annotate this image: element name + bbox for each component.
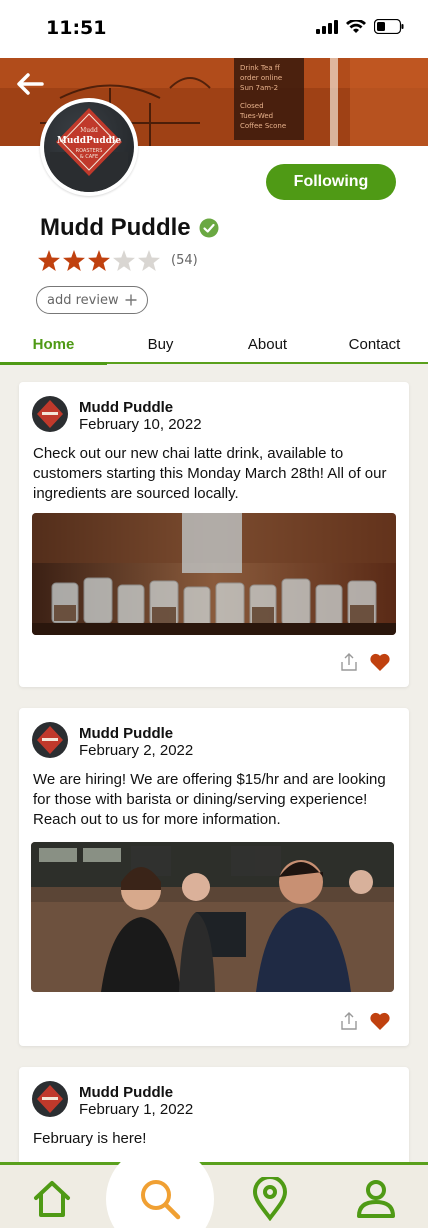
- svg-text:& CAFE: & CAFE: [80, 154, 98, 160]
- post-avatar: [32, 722, 68, 758]
- user-icon: [357, 1180, 395, 1218]
- post-card: Mudd Puddle February 10, 2022 Check out …: [19, 382, 409, 687]
- share-icon[interactable]: [339, 652, 359, 672]
- search-icon: [141, 1180, 181, 1220]
- svg-text:Sun 7am-2: Sun 7am-2: [240, 84, 278, 92]
- share-icon[interactable]: [339, 1011, 359, 1031]
- mudd-puddle-logo-icon: Mudd MuddPuddle ROASTERS & CAFE: [50, 108, 128, 192]
- add-review-label: add review: [47, 292, 119, 308]
- svg-text:Drink Tea ff: Drink Tea ff: [240, 64, 280, 72]
- star-empty-icon: [113, 250, 135, 271]
- post-author: Mudd Puddle: [79, 725, 174, 742]
- following-button[interactable]: Following: [266, 164, 396, 200]
- tab-home[interactable]: Home: [0, 330, 107, 365]
- rating-count: (54): [171, 253, 198, 268]
- post-image: [31, 842, 394, 992]
- home-icon: [34, 1181, 70, 1217]
- post-author: Mudd Puddle: [79, 1084, 174, 1101]
- post-text: We are hiring! We are offering $15/hr an…: [33, 771, 386, 828]
- bottom-nav: [0, 1145, 428, 1228]
- business-name: Mudd Puddle: [40, 214, 191, 241]
- heart-icon[interactable]: [369, 652, 391, 672]
- business-logo: Mudd MuddPuddle ROASTERS & CAFE: [44, 102, 134, 192]
- post-date: February 2, 2022: [79, 742, 194, 759]
- nav-profile[interactable]: [354, 1177, 398, 1221]
- add-review-button[interactable]: add review: [36, 286, 148, 314]
- post-text: February is here!: [33, 1130, 147, 1147]
- nav-home[interactable]: [30, 1177, 74, 1221]
- post-text: Check out our new chai latte drink, avai…: [33, 445, 387, 502]
- back-arrow-icon[interactable]: [14, 68, 46, 100]
- business-avatar: Mudd MuddPuddle ROASTERS & CAFE: [40, 98, 138, 196]
- status-time: 11:51: [46, 17, 107, 39]
- svg-text:Mudd: Mudd: [80, 127, 98, 134]
- star-icon: [38, 250, 60, 271]
- star-empty-icon: [138, 250, 160, 271]
- svg-text:Coffee Scone: Coffee Scone: [240, 122, 286, 130]
- cellular-signal-icon: [316, 19, 338, 34]
- business-name-row: Mudd Puddle: [40, 214, 219, 242]
- svg-text:MuddPuddle: MuddPuddle: [57, 136, 121, 146]
- post-author: Mudd Puddle: [79, 399, 174, 416]
- tab-buy[interactable]: Buy: [107, 330, 214, 362]
- wifi-icon: [346, 19, 366, 33]
- post-photo-tea-jars: [32, 513, 396, 635]
- star-icon: [63, 250, 85, 271]
- plus-icon: [125, 294, 137, 306]
- heart-icon[interactable]: [369, 1011, 391, 1031]
- svg-text:Closed: Closed: [240, 102, 264, 110]
- mudd-puddle-logo-icon: [37, 400, 63, 428]
- post-avatar: [32, 1081, 68, 1117]
- battery-icon: [374, 19, 404, 34]
- tab-contact[interactable]: Contact: [321, 330, 428, 362]
- svg-text:Tues-Wed: Tues-Wed: [239, 112, 273, 120]
- post-card: Mudd Puddle February 2, 2022 We are hiri…: [19, 708, 409, 1046]
- post-image: [32, 513, 396, 635]
- post-date: February 1, 2022: [79, 1101, 194, 1118]
- post-photo-staff: [31, 842, 394, 992]
- map-pin-icon: [252, 1177, 288, 1221]
- svg-text:order online: order online: [240, 74, 282, 82]
- profile-tabs: Home Buy About Contact: [0, 330, 428, 365]
- mudd-puddle-logo-icon: [37, 726, 63, 754]
- status-bar: 11:51: [0, 0, 428, 58]
- post-avatar: [32, 396, 68, 432]
- status-icons: [316, 19, 404, 34]
- tab-about[interactable]: About: [214, 330, 321, 362]
- verified-check-icon: [199, 218, 219, 238]
- post-date: February 10, 2022: [79, 416, 202, 433]
- star-icon: [88, 250, 110, 271]
- nav-location[interactable]: [248, 1177, 292, 1221]
- star-rating: (54): [38, 250, 198, 271]
- mudd-puddle-logo-icon: [37, 1085, 63, 1113]
